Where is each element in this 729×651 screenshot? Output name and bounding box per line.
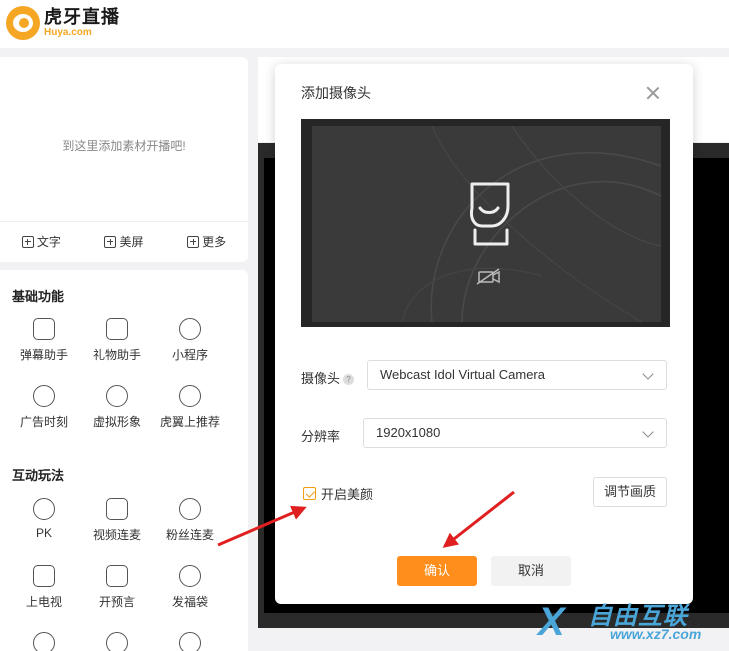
camera-off-icon [476,268,500,285]
video-link-label: 视频连麦 [92,528,141,542]
gift-assistant-item[interactable]: 礼物助手 [80,318,154,363]
pk-icon [33,498,55,520]
add-more-label: 更多 [202,235,227,249]
avatar-icon [106,385,128,407]
prediction-item[interactable]: 开预言 [80,565,154,610]
danmaku-assistant-item[interactable]: 弹幕助手 [7,318,81,363]
add-more-button[interactable]: 更多 [187,233,226,250]
recommend-label: 虎翼上推荐 [159,415,220,429]
watermark-logo: X 自由互联 www.xz7.com [538,596,726,650]
mic-icon [179,498,201,520]
danmaku-icon [33,318,55,340]
tv-label: 上电视 [25,595,62,609]
watermark-url: www.xz7.com [610,626,702,642]
camera-preview-screen [312,126,661,322]
material-empty-hint: 到这里添加素材开播吧! [62,139,186,153]
plus-icon [104,235,117,248]
adjust-quality-button[interactable]: 调节画质 [593,477,667,507]
camera-select[interactable]: Webcast Idol Virtual Camera [367,360,667,390]
virtual-avatar-item[interactable]: 虚拟形象 [80,385,154,430]
camera-label-text: 摄像头 [301,371,341,386]
watermark-x-icon: X [538,600,565,644]
chevron-down-icon [642,368,654,380]
virtual-avatar-label: 虚拟形象 [92,415,141,429]
ad-moment-item[interactable]: 广告时刻 [7,385,81,430]
more-function-item[interactable] [7,632,81,651]
material-actions: 文字 美屏 更多 [0,221,248,261]
camera-preview [301,119,670,327]
logo-text-en: Huya.com [44,27,92,38]
fan-link-item[interactable]: 粉丝连麦 [153,498,227,543]
basic-functions-title: 基础功能 [12,289,65,304]
add-screen-label: 美屏 [119,235,144,249]
ad-moment-label: 广告时刻 [19,415,68,429]
checkbox-checked-icon[interactable] [303,487,316,500]
chevron-down-icon [642,426,654,438]
huya-logo-icon [6,6,40,40]
pk-label: PK [35,526,52,540]
logo-text-cn: 虎牙直播 [44,7,120,27]
add-text-button[interactable]: 文字 [21,233,61,250]
recommend-item[interactable]: 虎翼上推荐 [153,385,227,430]
ad-icon [33,385,55,407]
camera-field-label: 摄像头? [301,368,355,387]
tv-icon [33,565,55,587]
function-panel: 基础功能 弹幕助手 礼物助手 小程序 广告时刻 虚拟形象 虎翼上推荐 互动玩法 … [0,270,248,651]
cancel-button[interactable]: 取消 [491,556,571,586]
pk-item[interactable]: PK [7,498,81,540]
add-camera-dialog: 添加摄像头 摄像头? Webcast Idol Virtual Camera 分… [275,64,693,604]
gift-assistant-label: 礼物助手 [92,348,141,362]
fan-link-label: 粉丝连麦 [165,528,214,542]
gift-icon [106,318,128,340]
lucky-bag-item[interactable]: 发福袋 [153,565,227,610]
video-link-item[interactable]: 视频连麦 [80,498,154,543]
help-icon[interactable]: ? [343,374,355,385]
resolution-select-value: 1920x1080 [376,425,441,440]
mini-program-item[interactable]: 小程序 [153,318,227,363]
danmaku-assistant-label: 弹幕助手 [19,348,68,362]
tv-item[interactable]: 上电视 [7,565,81,610]
lucky-bag-label: 发福袋 [171,595,208,609]
dialog-title: 添加摄像头 [301,85,371,101]
close-icon[interactable] [645,85,661,101]
crown-icon [106,632,128,651]
camera-placeholder-graphic [401,126,661,322]
top-bar: 虎牙直播 Huya.com [0,0,729,48]
resolution-select[interactable]: 1920x1080 [363,418,667,448]
plus-icon [21,235,34,248]
more-function-item[interactable] [80,632,154,651]
huya-logo[interactable]: 虎牙直播 Huya.com [6,6,120,40]
add-text-label: 文字 [36,235,61,249]
more-function-item[interactable] [153,632,227,651]
material-panel: 到这里添加素材开播吧! 文字 美屏 更多 [0,57,248,262]
recommend-icon [179,385,201,407]
mini-program-icon [179,318,201,340]
beauty-checkbox[interactable]: 开启美颜 [303,484,373,503]
video-link-icon [106,498,128,520]
beauty-label: 开启美颜 [321,487,374,502]
add-screen-button[interactable]: 美屏 [104,233,143,250]
interactive-title: 互动玩法 [12,468,65,483]
trophy-icon [106,565,128,587]
lucky-bag-icon [179,565,201,587]
camera-select-value: Webcast Idol Virtual Camera [380,367,545,382]
resolution-label: 分辨率 [301,429,341,444]
microphone-icon [179,632,201,651]
mini-program-label: 小程序 [171,348,208,362]
leaf-icon [33,632,55,651]
prediction-label: 开预言 [98,595,135,609]
plus-icon [187,235,200,248]
confirm-button[interactable]: 确认 [397,556,477,586]
